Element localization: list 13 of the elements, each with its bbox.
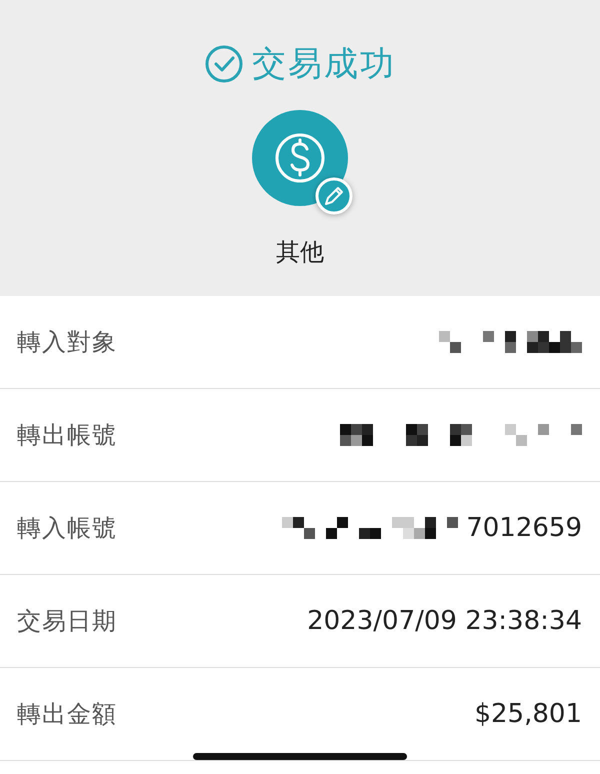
field-label: 轉出金額 bbox=[17, 699, 117, 730]
field-label: 轉出帳號 bbox=[17, 420, 117, 451]
field-value: 2023/07/09 23:38:34 bbox=[307, 606, 582, 636]
field-value: 7012659 bbox=[466, 513, 582, 543]
field-label: 轉入帳號 bbox=[17, 513, 117, 544]
field-value: $25,801 bbox=[474, 699, 582, 729]
pencil-icon[interactable] bbox=[315, 177, 353, 215]
field-label: 交易日期 bbox=[17, 606, 117, 637]
dollar-icon bbox=[252, 110, 348, 206]
field-label: 轉入對象 bbox=[17, 327, 117, 358]
category-label: 其他 bbox=[276, 237, 324, 268]
check-circle-icon bbox=[204, 44, 244, 84]
status-title: 交易成功 bbox=[252, 43, 396, 86]
